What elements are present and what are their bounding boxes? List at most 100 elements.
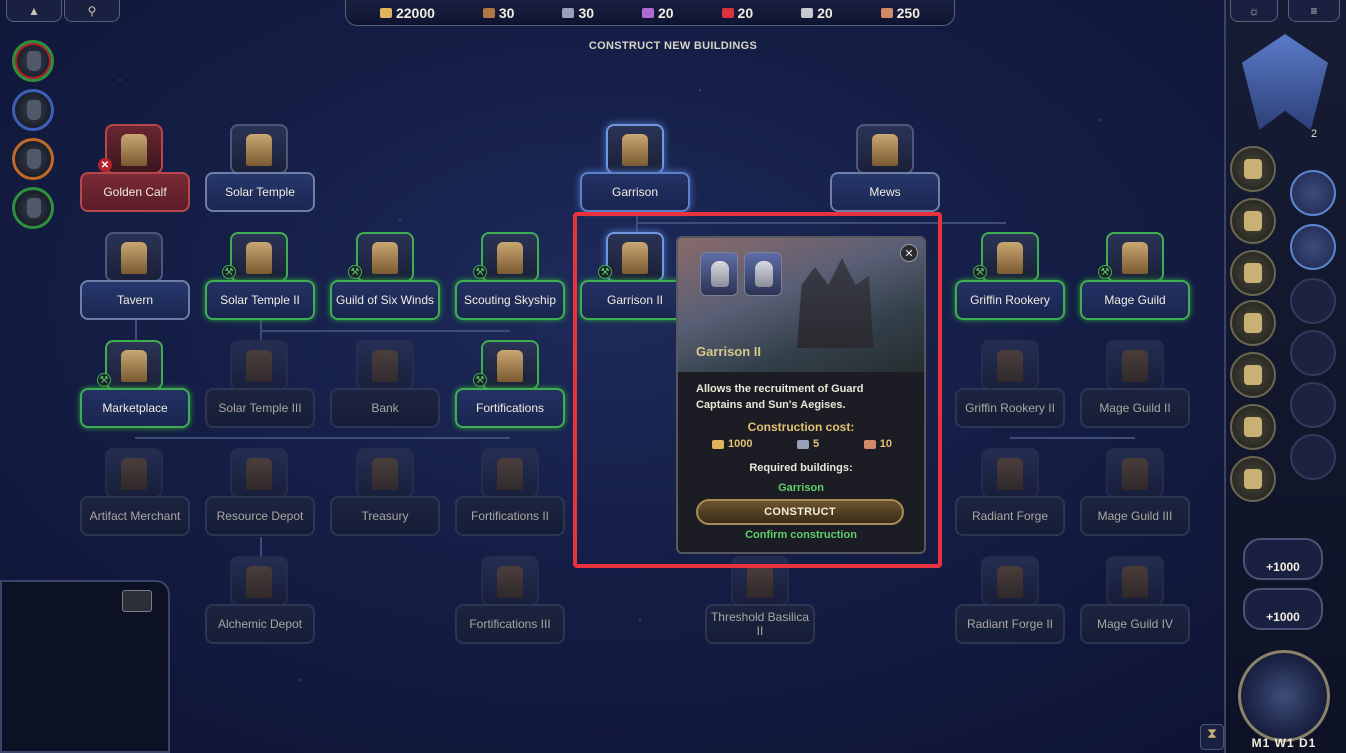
hammer-icon: ⚒ [473, 265, 487, 279]
building-resource-depot[interactable]: Resource Depot [205, 496, 315, 536]
mage-guild-thumbnail[interactable] [1106, 232, 1164, 282]
radiant-forge-2-thumbnail[interactable] [981, 556, 1039, 606]
hero-portrait-4[interactable] [12, 187, 54, 229]
building-artifact-merchant[interactable]: Artifact Merchant [80, 496, 190, 536]
building-mage-guild-2[interactable]: Mage Guild II [1080, 388, 1190, 428]
radiant-forge-thumbnail[interactable] [981, 448, 1039, 498]
griffin-rookery-2-thumbnail[interactable] [981, 340, 1039, 390]
building-scouting-skyship[interactable]: Scouting Skyship [455, 280, 565, 320]
building-solar-temple-3[interactable]: Solar Temple III [205, 388, 315, 428]
required-buildings-heading: Required buildings: [749, 462, 853, 474]
building-fortifications-2[interactable]: Fortifications II [455, 496, 565, 536]
mage-guild-4-thumbnail[interactable] [1106, 556, 1164, 606]
building-bank[interactable]: Bank [330, 388, 440, 428]
marketplace-thumbnail[interactable] [105, 340, 163, 390]
mage-guild-3-thumbnail[interactable] [1106, 448, 1164, 498]
hero-portrait-2[interactable] [12, 89, 54, 131]
building-mage-guild[interactable]: Mage Guild [1080, 280, 1190, 320]
building-solar-temple[interactable]: Solar Temple [205, 172, 315, 212]
minimap-panel[interactable] [0, 580, 170, 753]
town-slot-2[interactable] [1290, 224, 1336, 270]
building-label: Mage Guild II [1099, 400, 1171, 415]
cost-dust: 10 [863, 438, 892, 450]
building-label: Bank [371, 400, 399, 415]
building-mage-guild-4[interactable]: Mage Guild IV [1080, 604, 1190, 644]
plus-gold-button[interactable]: +1000 [1243, 538, 1323, 580]
cost-gold: 1000 [712, 438, 752, 450]
gold-icon [379, 7, 392, 18]
hero-portrait-3[interactable] [12, 138, 54, 180]
building-griffin-rookery[interactable]: Griffin Rookery [955, 280, 1065, 320]
garrison-thumbnail[interactable] [606, 124, 664, 174]
menu-button[interactable]: ≡ [1288, 0, 1340, 22]
building-radiant-forge-2[interactable]: Radiant Forge II [955, 604, 1065, 644]
building-fortifications[interactable]: Fortifications [455, 388, 565, 428]
close-icon[interactable]: ✕ [900, 244, 918, 262]
town-slot-empty[interactable] [1290, 278, 1336, 324]
pitcher-icon [1244, 313, 1262, 333]
location-pin-icon: ⚲ [87, 3, 97, 18]
golden-calf-thumbnail[interactable] [105, 124, 163, 174]
guard-captain-unit-icon[interactable] [700, 252, 738, 296]
town-slot-1[interactable] [1290, 170, 1336, 216]
tavern-thumbnail[interactable] [105, 232, 163, 282]
hammer-icon: ⚒ [348, 265, 362, 279]
solar-temple-thumbnail[interactable] [230, 124, 288, 174]
building-alchemic-depot[interactable]: Alchemic Depot [205, 604, 315, 644]
artifact-merchant-thumbnail[interactable] [105, 448, 163, 498]
scouting-skyship-thumbnail[interactable] [481, 232, 539, 282]
building-solar-temple-2[interactable]: Solar Temple II [205, 280, 315, 320]
building-image [1122, 242, 1148, 274]
bank-thumbnail[interactable] [356, 340, 414, 390]
chest-button[interactable] [1230, 352, 1276, 398]
town-slot-empty[interactable] [1290, 434, 1336, 480]
treasury-thumbnail[interactable] [356, 448, 414, 498]
mage-guild-2-thumbnail[interactable] [1106, 340, 1164, 390]
building-golden-calf[interactable]: Golden Calf [80, 172, 190, 212]
resource-depot-thumbnail[interactable] [230, 448, 288, 498]
hourglass-icon[interactable]: ⧗ [1200, 724, 1224, 750]
building-treasury[interactable]: Treasury [330, 496, 440, 536]
guild-six-winds-thumbnail[interactable] [356, 232, 414, 282]
building-griffin-rookery-2[interactable]: Griffin Rookery II [955, 388, 1065, 428]
building-mage-guild-3[interactable]: Mage Guild III [1080, 496, 1190, 536]
location-button[interactable]: ⚲ [64, 0, 120, 22]
recruit-button[interactable] [1230, 198, 1276, 244]
building-marketplace[interactable]: Marketplace [80, 388, 190, 428]
collapse-button[interactable]: ▲ [6, 0, 62, 22]
tower-button[interactable] [1230, 456, 1276, 502]
fortifications-2-thumbnail[interactable] [481, 448, 539, 498]
solar-temple-2-thumbnail[interactable] [230, 232, 288, 282]
end-turn-compass-button[interactable] [1238, 650, 1330, 742]
hero-portrait-1[interactable] [12, 40, 54, 82]
solar-temple-3-thumbnail[interactable] [230, 340, 288, 390]
fortifications-thumbnail[interactable] [481, 340, 539, 390]
building-image [246, 134, 272, 166]
construct-button[interactable]: CONSTRUCT [696, 499, 904, 525]
building-label: Threshold Basilica II [710, 609, 810, 638]
plus-resource-button[interactable]: +1000 [1243, 588, 1323, 630]
building-threshold-basilica-2[interactable]: Threshold Basilica II [705, 604, 815, 644]
spire-button[interactable] [1230, 250, 1276, 296]
building-garrison[interactable]: Garrison [580, 172, 690, 212]
sun-button[interactable]: ☼ [1230, 0, 1278, 22]
unavailable-x-icon: ✕ [98, 158, 112, 172]
alchemic-depot-thumbnail[interactable] [230, 556, 288, 606]
alchemy-button[interactable] [1230, 404, 1276, 450]
building-tavern[interactable]: Tavern [80, 280, 190, 320]
building-mews[interactable]: Mews [830, 172, 940, 212]
suns-aegis-unit-icon[interactable] [744, 252, 782, 296]
building-radiant-forge[interactable]: Radiant Forge [955, 496, 1065, 536]
town-slot-empty[interactable] [1290, 382, 1336, 428]
town-count-badge: 2 [1310, 128, 1318, 140]
spire-icon [1244, 263, 1262, 283]
mews-thumbnail[interactable] [856, 124, 914, 174]
gift-icon[interactable] [122, 590, 152, 612]
build-hammer-button[interactable] [1230, 146, 1276, 192]
fortifications-3-thumbnail[interactable] [481, 556, 539, 606]
town-slot-empty[interactable] [1290, 330, 1336, 376]
building-fortifications-3[interactable]: Fortifications III [455, 604, 565, 644]
griffin-rookery-thumbnail[interactable] [981, 232, 1039, 282]
pitcher-button[interactable] [1230, 300, 1276, 346]
building-guild-six-winds[interactable]: Guild of Six Winds [330, 280, 440, 320]
